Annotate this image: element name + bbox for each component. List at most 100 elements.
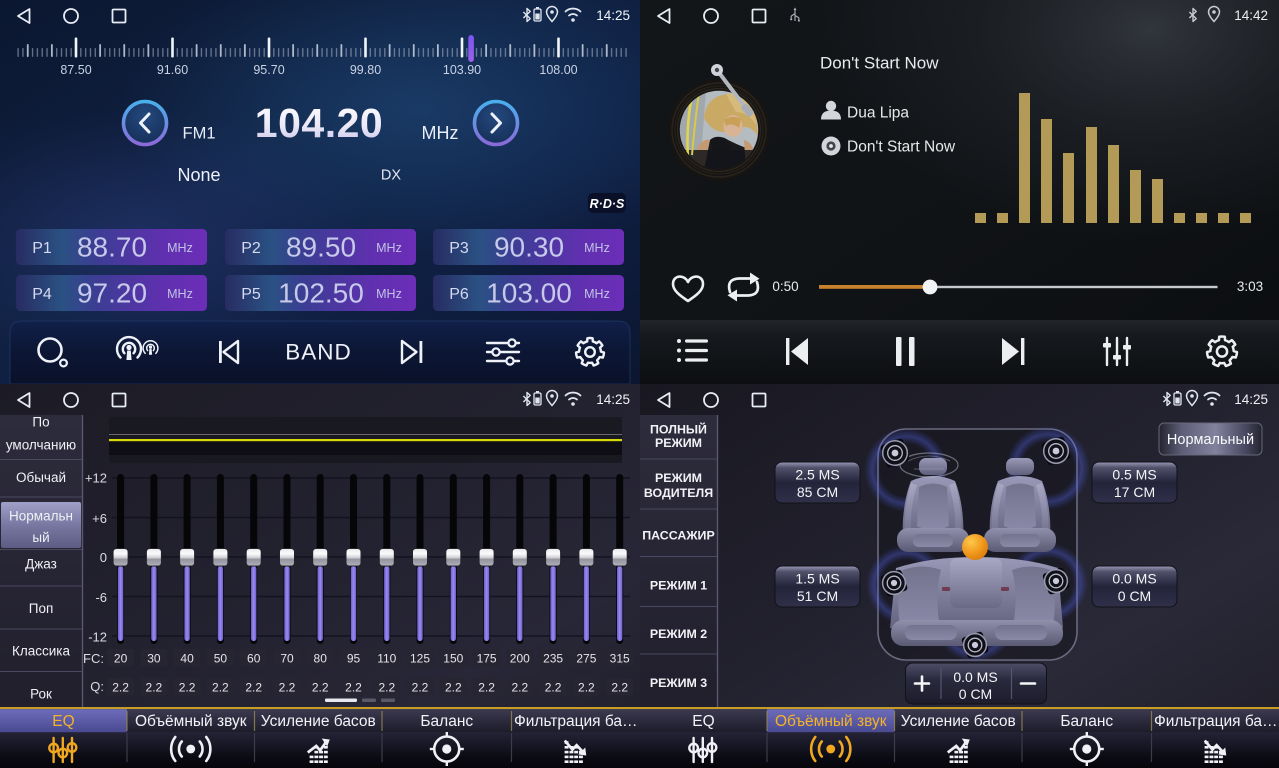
svg-text:MHz: MHz [376,287,402,301]
svg-text:2.2: 2.2 [378,681,395,695]
svg-text:ВОДИТЕЛЯ: ВОДИТЕЛЯ [644,486,713,500]
svg-text:P1: P1 [32,240,52,257]
svg-text:Don't Start Now: Don't Start Now [847,139,956,156]
svg-text:Фильтрация ба…: Фильтрация ба… [514,713,638,730]
svg-text:14:42: 14:42 [1234,8,1268,23]
svg-text:150: 150 [443,652,463,666]
svg-text:MHz: MHz [584,241,610,255]
svg-text:MHz: MHz [422,123,459,143]
svg-text:102.50: 102.50 [278,278,364,309]
svg-text:DX: DX [381,168,401,184]
svg-text:+12: +12 [85,471,107,486]
svg-text:2.2: 2.2 [511,681,528,695]
svg-text:ПОЛНЫЙ: ПОЛНЫЙ [650,422,707,437]
svg-text:51 CM: 51 CM [797,588,838,604]
svg-text:P2: P2 [241,240,261,257]
svg-text:235: 235 [543,652,563,666]
svg-text:Don't Start Now: Don't Start Now [820,54,939,73]
svg-text:MHz: MHz [167,287,193,301]
svg-text:EQ: EQ [692,713,714,730]
svg-text:ПАССАЖИР: ПАССАЖИР [642,529,714,543]
svg-text:По: По [32,415,49,430]
svg-text:РЕЖИМ 3: РЕЖИМ 3 [650,676,707,690]
svg-text:2.2: 2.2 [412,681,429,695]
svg-text:14:25: 14:25 [1234,392,1268,407]
svg-text:P6: P6 [449,286,469,303]
svg-text:P3: P3 [449,240,469,257]
svg-text:104.20: 104.20 [255,100,383,146]
svg-text:FM1: FM1 [183,125,216,143]
svg-text:108.00: 108.00 [539,63,577,77]
svg-text:103.00: 103.00 [486,278,572,309]
svg-text:2.2: 2.2 [445,681,462,695]
svg-text:Фильтрация ба…: Фильтрация ба… [1154,713,1278,730]
svg-text:2.5 MS: 2.5 MS [795,467,839,483]
svg-text:95.70: 95.70 [253,63,284,77]
svg-text:200: 200 [510,652,530,666]
svg-text:2.2: 2.2 [279,681,296,695]
svg-text:70: 70 [280,652,294,666]
svg-text:91.60: 91.60 [157,63,188,77]
svg-text:MHz: MHz [167,241,193,255]
svg-text:315: 315 [610,652,630,666]
svg-text:Джаз: Джаз [25,557,57,572]
svg-text:Усиление басов: Усиление басов [261,713,376,730]
svg-text:Баланс: Баланс [1060,713,1113,730]
svg-text:14:25: 14:25 [596,392,630,407]
svg-text:125: 125 [410,652,430,666]
svg-text:2.2: 2.2 [212,681,229,695]
svg-text:R·D·S: R·D·S [590,197,625,211]
svg-text:+6: +6 [92,511,107,526]
svg-text:Объёмный звук: Объёмный звук [775,713,887,730]
svg-text:0 CM: 0 CM [959,686,992,702]
svg-text:РЕЖИМ: РЕЖИМ [655,436,702,450]
svg-text:РЕЖИМ 1: РЕЖИМ 1 [650,579,707,593]
svg-text:110: 110 [377,652,396,666]
svg-text:14:25: 14:25 [596,8,630,23]
svg-text:20: 20 [114,652,128,666]
svg-text:85 CM: 85 CM [797,484,838,500]
svg-text:1.5 MS: 1.5 MS [795,571,839,587]
svg-text:0.5 MS: 0.5 MS [1112,467,1156,483]
svg-text:умолчанию: умолчанию [6,438,76,453]
svg-text:Q:: Q: [90,679,104,694]
svg-text:0 CM: 0 CM [1118,588,1151,604]
svg-text:P5: P5 [241,286,261,303]
svg-text:2.2: 2.2 [578,681,595,695]
svg-text:0:50: 0:50 [772,279,798,294]
svg-text:Нормальный: Нормальный [1167,432,1254,448]
svg-text:90.30: 90.30 [494,232,564,263]
svg-text:Обычай: Обычай [16,470,66,485]
svg-text:88.70: 88.70 [77,232,147,263]
svg-text:-12: -12 [88,630,107,645]
svg-text:P4: P4 [32,286,52,303]
svg-text:РЕЖИМ 2: РЕЖИМ 2 [650,627,707,641]
svg-text:103.90: 103.90 [443,63,481,77]
svg-text:MHz: MHz [376,241,402,255]
svg-text:60: 60 [247,652,261,666]
svg-text:80: 80 [314,652,328,666]
svg-text:FC:: FC: [83,651,104,666]
svg-text:Объёмный звук: Объёмный звук [135,713,247,730]
svg-text:0.0 MS: 0.0 MS [1112,571,1156,587]
svg-text:97.20: 97.20 [77,278,147,309]
svg-text:Рок: Рок [30,687,52,702]
svg-text:EQ: EQ [52,713,74,730]
svg-text:2.2: 2.2 [146,681,163,695]
svg-text:None: None [177,165,220,185]
svg-text:17 CM: 17 CM [1114,484,1155,500]
svg-text:89.50: 89.50 [286,232,356,263]
svg-text:Нормальн: Нормальн [9,509,73,524]
svg-text:Усиление басов: Усиление басов [901,713,1016,730]
svg-text:40: 40 [180,652,194,666]
svg-text:2.2: 2.2 [478,681,495,695]
svg-text:2.2: 2.2 [312,681,329,695]
svg-text:Поп: Поп [29,601,54,616]
svg-text:3:03: 3:03 [1237,279,1263,294]
svg-text:2.2: 2.2 [112,681,129,695]
svg-text:175: 175 [477,652,497,666]
svg-text:2.2: 2.2 [611,681,628,695]
svg-text:0.0 MS: 0.0 MS [953,669,997,685]
svg-text:0: 0 [100,550,107,565]
svg-text:2.2: 2.2 [345,681,362,695]
